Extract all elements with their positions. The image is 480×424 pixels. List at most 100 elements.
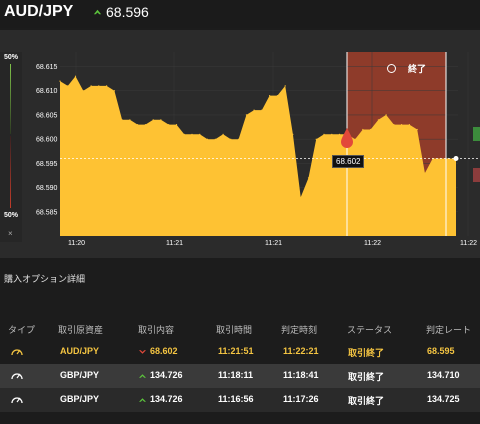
data-point <box>323 133 325 135</box>
y-tick-label: 68.610 <box>36 88 58 95</box>
data-point <box>175 124 178 126</box>
gauge-icon <box>11 349 23 356</box>
data-point <box>98 85 100 87</box>
data-point <box>424 172 426 174</box>
data-point <box>401 124 403 126</box>
table-row[interactable]: GBP/JPY 134.726 11:16:56 11:17:26 取引終了 1… <box>0 388 480 412</box>
col-judge: 判定時刻 <box>281 325 318 335</box>
cell-asset: AUD/JPY <box>60 346 100 356</box>
data-point <box>191 133 193 135</box>
down-arrow-icon <box>139 350 146 354</box>
data-point <box>90 85 92 87</box>
cell-rate: 134.726 <box>150 370 183 380</box>
section-title: 購入オプション詳細 <box>4 274 86 284</box>
data-point <box>214 138 216 140</box>
data-point <box>129 119 131 121</box>
data-point <box>307 177 310 179</box>
cell-result-rate: 134.710 <box>427 370 460 380</box>
data-point <box>300 196 302 198</box>
data-point <box>370 128 372 131</box>
data-point <box>385 114 387 116</box>
price-chart: 68.615 68.610 68.605 68.600 68.595 68.590 68.5… <box>36 52 480 247</box>
y-tick-label: 68.590 <box>36 185 58 192</box>
y-tick-label: 68.615 <box>36 64 58 71</box>
x-tick-label: 11:21 <box>265 240 282 247</box>
col-type: タイプ <box>8 325 36 335</box>
data-point <box>113 90 115 92</box>
x-tick-label: 11:22 <box>364 240 381 247</box>
trade-table: タイプ 取引原資産 取引内容 取引時間 判定時刻 ステータス 判定レート AUD… <box>0 318 480 412</box>
cell-result-rate: 68.595 <box>427 346 455 356</box>
clock-icon <box>387 64 396 73</box>
cell-time: 11:16:56 <box>218 394 254 404</box>
up-arrow-icon <box>139 398 146 402</box>
data-point <box>67 85 69 87</box>
table-row[interactable]: AUD/JPY 68.602 11:21:51 11:22:21 取引終了 68… <box>0 340 480 364</box>
data-point <box>183 133 185 135</box>
data-point <box>338 133 341 135</box>
data-point <box>393 124 395 126</box>
data-point <box>245 114 247 116</box>
y-tick-label: 68.585 <box>36 209 58 216</box>
table-header: タイプ 取引原資産 取引内容 取引時間 判定時刻 ステータス 判定レート <box>0 318 480 340</box>
table-row[interactable]: GBP/JPY 134.726 11:18:11 11:18:41 取引終了 1… <box>0 364 480 388</box>
col-asset: 取引原資産 <box>58 325 104 335</box>
data-point <box>59 80 61 82</box>
data-point <box>284 85 286 87</box>
cell-status: 取引終了 <box>348 348 385 358</box>
up-arrow-icon <box>139 374 146 378</box>
data-point <box>121 119 123 121</box>
data-point <box>269 95 271 97</box>
col-time: 取引時間 <box>216 325 253 335</box>
data-point <box>168 124 170 126</box>
data-point <box>222 133 224 135</box>
data-point <box>106 85 108 87</box>
y-tick-label: 68.605 <box>36 112 58 119</box>
data-point <box>144 124 146 126</box>
cell-asset: GBP/JPY <box>60 394 100 404</box>
current-price-dot <box>453 156 459 162</box>
gauge-icon <box>11 373 23 380</box>
data-point <box>206 138 209 140</box>
cell-judge-time: 11:22:21 <box>283 346 319 356</box>
col-rate: 判定レート <box>426 325 472 335</box>
cell-rate: 68.602 <box>150 346 178 356</box>
x-tick-label: 11:20 <box>68 240 85 247</box>
data-point <box>160 119 162 121</box>
data-point <box>354 138 356 140</box>
col-content: 取引内容 <box>138 325 175 335</box>
x-tick-label: 11:22 <box>460 240 477 247</box>
data-point <box>416 128 418 131</box>
data-point <box>377 119 379 121</box>
data-point <box>137 124 139 126</box>
current-rate-badge: 68.602 <box>332 155 365 168</box>
data-point <box>152 119 154 121</box>
cell-rate: 134.726 <box>150 394 183 404</box>
cell-judge-time: 11:18:41 <box>283 370 319 380</box>
cell-status: 取引終了 <box>348 372 385 382</box>
cell-time: 11:18:11 <box>218 370 254 380</box>
data-point <box>261 109 263 111</box>
data-point <box>362 128 364 131</box>
y-tick-label: 68.595 <box>36 161 58 168</box>
data-point <box>82 90 84 92</box>
y-tick-label: 68.600 <box>36 137 58 144</box>
data-point <box>230 138 232 140</box>
data-point <box>74 75 77 77</box>
cell-judge-time: 11:17:26 <box>283 394 319 404</box>
data-point <box>238 138 240 140</box>
cell-time: 11:21:51 <box>218 346 254 356</box>
data-point <box>253 109 255 111</box>
data-point <box>331 133 333 135</box>
data-point <box>315 138 317 140</box>
data-point <box>408 124 410 126</box>
x-tick-label: 11:21 <box>166 240 183 247</box>
col-status: ステータス <box>347 325 393 335</box>
right-up-badge[interactable] <box>473 127 480 141</box>
right-down-badge[interactable] <box>473 168 480 182</box>
data-point <box>199 133 201 135</box>
cell-asset: GBP/JPY <box>60 370 100 380</box>
data-point <box>276 95 278 97</box>
cell-result-rate: 134.725 <box>427 394 460 404</box>
cell-status: 取引終了 <box>348 396 385 406</box>
